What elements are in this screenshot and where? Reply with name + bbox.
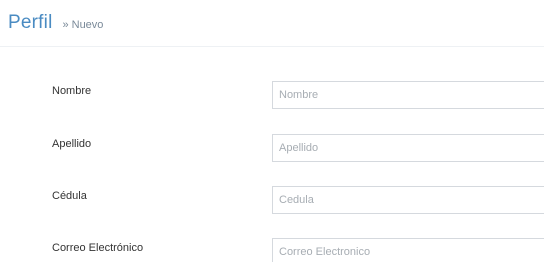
breadcrumb-separator: » [62,19,69,31]
correo-input[interactable] [272,238,544,262]
cedula-input[interactable] [272,186,544,214]
apellido-input[interactable] [272,134,544,162]
form-row-cedula: Cédula [0,186,544,216]
form-row-nombre: Nombre [0,81,544,111]
page-header: Perfil » Nuevo [8,12,103,36]
profile-form-page: Perfil » Nuevo Nombre Apellido Cédula Co… [0,0,544,262]
header-divider [0,46,544,47]
nombre-label: Nombre [52,85,92,97]
correo-label: Correo Electrónico [52,242,144,254]
form-row-correo: Correo Electrónico [0,238,544,262]
form-row-apellido: Apellido [0,134,544,164]
cedula-label: Cédula [52,190,87,202]
page-title: Perfil [8,12,53,33]
nombre-input[interactable] [272,81,544,109]
page-subtitle: Nuevo [71,19,104,31]
apellido-label: Apellido [52,138,92,150]
